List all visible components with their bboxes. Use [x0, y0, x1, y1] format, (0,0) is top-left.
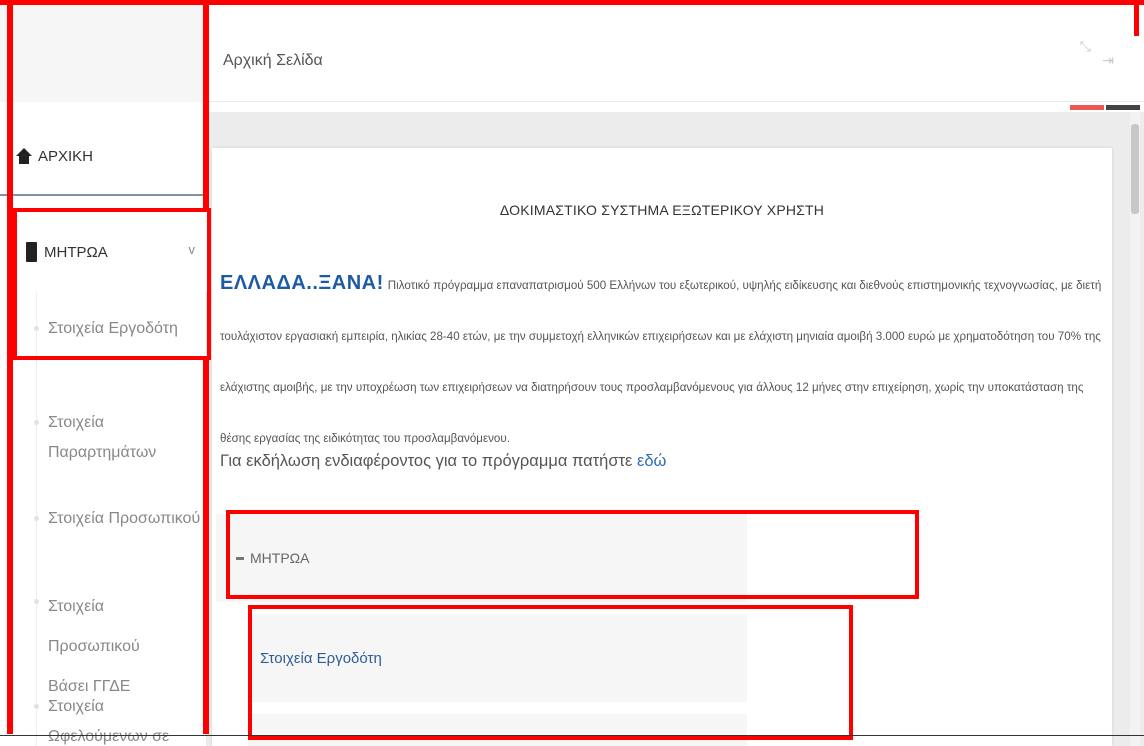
bullet-icon	[34, 420, 39, 425]
sidebar-item-home[interactable]: ΑΡΧΙΚΗ	[0, 118, 207, 196]
sidebar-subitem-label: Στοιχεία Παραρτημάτων	[48, 414, 157, 461]
sidebar-subitem-beneficiaries[interactable]: Στοιχεία Ωφελούμενων σε	[0, 692, 207, 746]
annotation-sidebar-right	[203, 0, 209, 210]
sidebar-item-home-label: ΑΡΧΙΚΗ	[38, 147, 94, 165]
sidebar-subitem-staff[interactable]: Στοιχεία Προσωπικού	[0, 504, 200, 534]
card-title: ΔΟΚΙΜΑΣΤΙΚΟ ΣΥΣΤΗΜΑ ΕΞΩΤΕΡΙΚΟΥ ΧΡΗΣΤΗ	[499, 202, 825, 218]
intro-highlight: ΕΛΛΑΔΑ..ΞΑΝΑ!	[220, 272, 384, 294]
sidebar-subitem-label: Στοιχεία Προσωπικού	[48, 510, 201, 527]
annotation-sidebar-left	[7, 0, 13, 734]
interest-text: Για εκδήλωση ενδιαφέροντος για το πρόγρα…	[220, 452, 633, 470]
page-title: Αρχική Σελίδα	[223, 52, 323, 69]
bullet-icon	[34, 599, 39, 604]
annotation-right-border	[1134, 0, 1139, 36]
annotation-registry-menu	[13, 208, 211, 360]
fullscreen-icon[interactable]: ⤡	[1080, 39, 1091, 53]
annotation-top-border	[0, 0, 1144, 5]
sidebar-subitem-staff-ggde[interactable]: Στοιχεία Προσωπικού Βάσει ΓΓΔΕ	[0, 587, 160, 707]
annotation-employer-panel	[248, 605, 853, 740]
sidebar-subitem-label: Στοιχεία Ωφελούμενων σε	[48, 698, 170, 745]
bottom-divider	[0, 735, 1144, 736]
accent-bar-red	[1070, 105, 1104, 110]
home-icon	[16, 148, 32, 164]
annotation-sidebar-right-lower	[203, 360, 209, 734]
collapse-icon[interactable]: ⇥	[1102, 52, 1114, 69]
interest-link[interactable]: εδώ	[637, 452, 666, 470]
sidebar-subitem-branches[interactable]: Στοιχεία Παραρτημάτων	[0, 408, 207, 468]
header: Αρχική Σελίδα ⤡ ⇥	[207, 0, 1144, 102]
interest-line: Για εκδήλωση ενδιαφέροντος για το πρόγρα…	[220, 452, 666, 471]
accent-bar-dark	[1106, 105, 1140, 110]
scrollbar-thumb[interactable]	[1131, 124, 1139, 214]
intro-paragraph: ΕΛΛΑΔΑ..ΞΑΝΑ! Πιλοτικό πρόγραμμα επαναπατ…	[220, 258, 1110, 464]
bullet-icon	[34, 704, 39, 709]
sidebar-logo-area	[0, 0, 207, 102]
bullet-icon	[34, 516, 39, 521]
sidebar: ΑΡΧΙΚΗ ΜΗΤΡΩΑ v Στοιχεία Εργοδότη Στοιχε…	[0, 0, 207, 746]
intro-text: Πιλοτικό πρόγραμμα επαναπατρισμού 500 Ελ…	[220, 279, 1102, 445]
annotation-registry-panel	[226, 510, 919, 599]
sidebar-subitem-label: Στοιχεία Προσωπικού Βάσει ΓΓΔΕ	[48, 598, 140, 695]
